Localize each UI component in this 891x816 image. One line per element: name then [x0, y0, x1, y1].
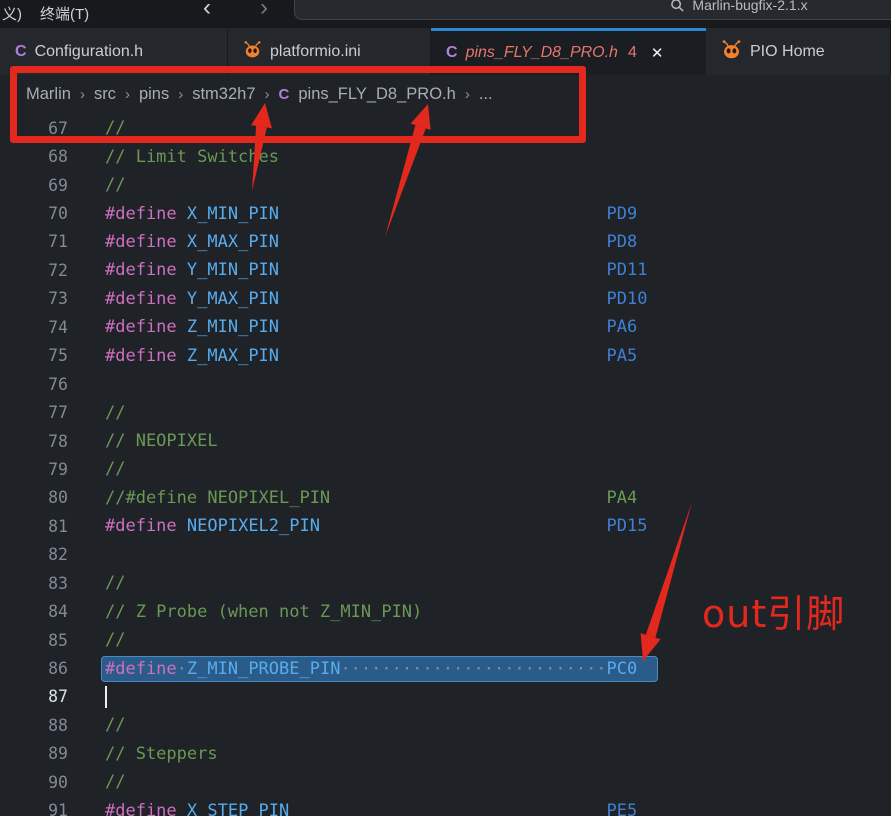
- code-line[interactable]: 76: [0, 370, 891, 398]
- code-line[interactable]: 73#define Y_MAX_PIN PD10: [0, 285, 891, 313]
- code-line[interactable]: 78// NEOPIXEL: [0, 427, 891, 455]
- line-number: 90: [0, 773, 68, 792]
- code-line[interactable]: 81#define NEOPIXEL2_PIN PD15: [0, 512, 891, 540]
- menu-item-fragment[interactable]: 义): [2, 3, 22, 24]
- line-number: 71: [0, 232, 68, 251]
- c-language-icon: C: [446, 44, 458, 62]
- code-line[interactable]: 74#define Z_MIN_PIN PA6: [0, 313, 891, 341]
- code-line[interactable]: 90//: [0, 768, 891, 796]
- code-line[interactable]: 87: [0, 683, 891, 711]
- nav-back-button[interactable]: ‹: [203, 0, 211, 22]
- code-line[interactable]: 75#define Z_MAX_PIN PA5: [0, 342, 891, 370]
- menu-item-terminal[interactable]: 终端(T): [40, 3, 89, 24]
- line-number: 69: [0, 176, 68, 195]
- window-title-text: Marlin-bugfix-2.1.x: [692, 0, 807, 13]
- code-line[interactable]: 71#define X_MAX_PIN PD8: [0, 228, 891, 256]
- line-number: 85: [0, 631, 68, 650]
- command-center-search[interactable]: Marlin-bugfix-2.1.x: [294, 0, 891, 20]
- line-number: 78: [0, 432, 68, 451]
- platformio-ant-icon: [721, 39, 742, 65]
- code-line[interactable]: 82: [0, 541, 891, 569]
- code-line[interactable]: 86 #define·Z_MIN_PROBE_PIN···············…: [0, 654, 891, 682]
- line-number: 74: [0, 318, 68, 337]
- code-line[interactable]: 89// Steppers: [0, 740, 891, 768]
- code-line[interactable]: 88//: [0, 711, 891, 739]
- tab-label: PIO Home: [750, 43, 825, 61]
- code-editor[interactable]: 67//68// Limit Switches69//70#define X_M…: [0, 114, 891, 816]
- line-number: 76: [0, 375, 68, 394]
- line-number: 83: [0, 574, 68, 593]
- line-number: 80: [0, 488, 68, 507]
- tab-problems-badge: 4: [628, 44, 637, 62]
- code-line[interactable]: 70#define X_MIN_PIN PD9: [0, 199, 891, 227]
- line-number: 77: [0, 403, 68, 422]
- c-language-icon: C: [15, 43, 27, 61]
- line-number: 82: [0, 545, 68, 564]
- nav-forward-button[interactable]: ›: [260, 0, 268, 22]
- annotation-label: out引脚: [702, 583, 845, 638]
- line-number: 91: [0, 801, 68, 816]
- line-number: 88: [0, 716, 68, 735]
- text-cursor: [105, 686, 107, 708]
- line-number: 73: [0, 289, 68, 308]
- title-bar: 义) 终端(T) ‹ › Marlin-bugfix-2.1.x: [0, 0, 891, 28]
- platformio-ant-icon: [243, 40, 262, 64]
- annotation-rectangle: [10, 66, 586, 143]
- code-line[interactable]: 79//: [0, 455, 891, 483]
- line-number: 68: [0, 147, 68, 166]
- code-line[interactable]: 69//: [0, 171, 891, 199]
- tab-label: Configuration.h: [35, 43, 144, 61]
- line-number: 81: [0, 517, 68, 536]
- code-line[interactable]: 72#define Y_MIN_PIN PD11: [0, 256, 891, 284]
- code-line[interactable]: 68// Limit Switches: [0, 142, 891, 170]
- line-number: 86: [0, 659, 68, 678]
- close-icon[interactable]: ✕: [651, 44, 664, 62]
- tab-label: pins_FLY_D8_PRO.h: [466, 44, 618, 62]
- code-line[interactable]: 80//#define NEOPIXEL_PIN PA4: [0, 484, 891, 512]
- line-number: 87: [0, 687, 68, 706]
- line-number: 72: [0, 261, 68, 280]
- tab-label: platformio.ini: [270, 43, 361, 61]
- code-line[interactable]: 91#define X_STEP_PIN PE5: [0, 797, 891, 816]
- line-number: 70: [0, 204, 68, 223]
- search-icon: [670, 0, 685, 13]
- line-number: 79: [0, 460, 68, 479]
- line-number: 89: [0, 744, 68, 763]
- selected-code: #define·Z_MIN_PROBE_PIN·················…: [101, 656, 658, 682]
- line-number: 75: [0, 346, 68, 365]
- tab-pio-home[interactable]: PIO Home: [706, 28, 891, 75]
- line-number: 84: [0, 602, 68, 621]
- code-line[interactable]: 77//: [0, 398, 891, 426]
